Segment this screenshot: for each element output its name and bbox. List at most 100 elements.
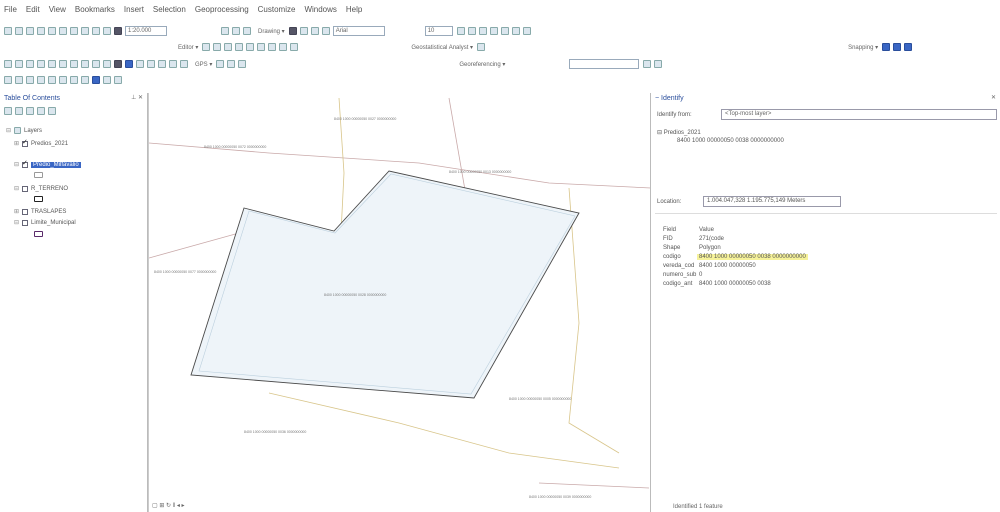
rectangle-icon[interactable] bbox=[310, 27, 319, 35]
geostat-wizard-icon[interactable] bbox=[477, 43, 486, 51]
attribute-row[interactable]: codigo 8400 1000 00000050 0038 000000000… bbox=[663, 252, 808, 261]
menu-windows[interactable]: Windows bbox=[304, 5, 336, 14]
layer-label-selected[interactable]: Predio_Milfavalio bbox=[31, 161, 81, 168]
collapse-icon[interactable]: ⊟ bbox=[14, 161, 20, 168]
gps-log-icon[interactable] bbox=[238, 60, 247, 68]
undo-icon[interactable] bbox=[92, 27, 100, 35]
zoom-in-icon[interactable] bbox=[4, 60, 12, 68]
layout-zoom-out-icon[interactable] bbox=[15, 76, 23, 84]
attribute-row[interactable]: codigo_ant 8400 1000 00000050 0038 bbox=[663, 279, 808, 288]
layer-visibility-checkbox[interactable] bbox=[22, 159, 28, 168]
straight-segment-icon[interactable] bbox=[213, 43, 222, 51]
layout-back-icon[interactable] bbox=[59, 76, 67, 84]
rotate-icon[interactable] bbox=[299, 27, 308, 35]
drawing-menu[interactable]: Drawing ▾ bbox=[258, 28, 285, 35]
menu-view[interactable]: View bbox=[49, 5, 66, 14]
toggle-draft-icon[interactable] bbox=[81, 76, 89, 84]
reshape-icon[interactable] bbox=[235, 43, 244, 51]
find-icon[interactable] bbox=[169, 60, 177, 68]
menu-customize[interactable]: Customize bbox=[258, 5, 296, 14]
toc-options-icon[interactable] bbox=[48, 107, 56, 115]
zoom-out-icon[interactable] bbox=[15, 60, 23, 68]
fixed-zoom-out-icon[interactable] bbox=[59, 60, 67, 68]
list-by-visibility-icon[interactable] bbox=[26, 107, 34, 115]
change-layout-icon[interactable] bbox=[103, 76, 111, 84]
save-icon[interactable] bbox=[26, 27, 34, 35]
text-icon[interactable] bbox=[321, 27, 330, 35]
layer-visibility-checkbox[interactable] bbox=[22, 219, 28, 226]
map-footer-controls[interactable]: ▢ ⊞ ↻ ‖ ◂ ▸ bbox=[148, 502, 650, 512]
gps-position-icon[interactable] bbox=[227, 60, 236, 68]
underline-icon[interactable] bbox=[478, 27, 487, 35]
layer-label[interactable]: Limite_Municipal bbox=[31, 220, 76, 226]
attribute-row[interactable]: vereda_cod 8400 1000 00000050 bbox=[663, 261, 808, 270]
split-icon[interactable] bbox=[257, 43, 266, 51]
layout-zoom-in-icon[interactable] bbox=[4, 76, 12, 84]
layer-label[interactable]: R_TERRENO bbox=[31, 186, 68, 192]
measure-icon[interactable] bbox=[158, 60, 166, 68]
data-driven-pages-icon[interactable] bbox=[114, 76, 122, 84]
copy-icon[interactable] bbox=[59, 27, 67, 35]
cut-polygon-icon[interactable] bbox=[246, 43, 255, 51]
add-data-icon[interactable] bbox=[114, 27, 122, 35]
snapping-menu[interactable]: Snapping ▾ bbox=[848, 44, 878, 51]
toc-window-icon[interactable] bbox=[243, 27, 251, 35]
italic-icon[interactable] bbox=[467, 27, 476, 35]
print-icon[interactable] bbox=[37, 27, 45, 35]
map-canvas[interactable]: 8400 1000 00000050 0072 0000000000 8400 … bbox=[149, 93, 651, 512]
focus-data-frame-icon[interactable] bbox=[92, 76, 100, 84]
rotate-feature-icon[interactable] bbox=[268, 43, 277, 51]
zoom-whole-page-icon[interactable] bbox=[37, 76, 45, 84]
fill-color-icon[interactable] bbox=[500, 27, 509, 35]
layer-r-terreno[interactable]: ⊟ R_TERRENO bbox=[14, 185, 68, 192]
polygon-symbol-icon[interactable] bbox=[34, 172, 43, 178]
menu-insert[interactable]: Insert bbox=[124, 5, 144, 14]
attribute-row[interactable]: numero_sub 0 bbox=[663, 270, 808, 279]
layer-predio-milfavalio[interactable]: ⊟ Predio_Milfavalio bbox=[14, 159, 81, 168]
open-icon[interactable] bbox=[15, 27, 23, 35]
paste-icon[interactable] bbox=[70, 27, 78, 35]
sketch-icon[interactable] bbox=[224, 43, 233, 51]
identify-from-select[interactable]: <Top-most layer> bbox=[721, 109, 997, 120]
zoom-100-icon[interactable] bbox=[48, 76, 56, 84]
menu-edit[interactable]: Edit bbox=[26, 5, 40, 14]
bold-icon[interactable] bbox=[456, 27, 465, 35]
collapse-icon[interactable]: ⊟ bbox=[14, 219, 20, 226]
table-icon[interactable] bbox=[232, 27, 240, 35]
cut-icon[interactable] bbox=[48, 27, 56, 35]
line-color-icon[interactable] bbox=[511, 27, 520, 35]
layer-label[interactable]: Predios_2021 bbox=[31, 141, 68, 147]
layer-visibility-checkbox[interactable] bbox=[22, 185, 28, 192]
edit-tool-icon[interactable] bbox=[202, 43, 211, 51]
select-elements-icon[interactable] bbox=[288, 27, 297, 35]
layer-label[interactable]: TRASLAPES bbox=[31, 209, 66, 215]
sketch-properties-icon[interactable] bbox=[290, 43, 299, 51]
attribute-row[interactable]: FID 271(code bbox=[663, 234, 808, 243]
georef-layer-select[interactable] bbox=[569, 59, 640, 69]
clear-selection-icon[interactable] bbox=[103, 60, 111, 68]
location-value[interactable]: 1.004.047,328 1.195.775,149 Meters bbox=[703, 196, 841, 207]
forward-extent-icon[interactable] bbox=[81, 60, 89, 68]
georeferencing-menu[interactable]: Georeferencing ▾ bbox=[459, 61, 505, 68]
menu-bookmarks[interactable]: Bookmarks bbox=[75, 5, 115, 14]
hyperlink-icon[interactable] bbox=[136, 60, 144, 68]
find-route-icon[interactable] bbox=[180, 60, 188, 68]
vertex-snapping-icon[interactable] bbox=[904, 43, 913, 51]
menu-help[interactable]: Help bbox=[346, 5, 362, 14]
collapse-icon[interactable]: ⊟ bbox=[14, 185, 20, 192]
layout-pan-icon[interactable] bbox=[26, 76, 34, 84]
font-name-select[interactable]: Arial bbox=[332, 26, 385, 36]
tree-parent-node[interactable]: ⊟ Predios_2021 bbox=[657, 129, 701, 136]
layers-root[interactable]: ⊟ Layers bbox=[6, 127, 42, 134]
menu-selection[interactable]: Selection bbox=[153, 5, 186, 14]
back-extent-icon[interactable] bbox=[70, 60, 78, 68]
expand-icon[interactable]: ⊞ bbox=[14, 140, 20, 147]
scale-select[interactable]: 1:20.000 bbox=[125, 26, 167, 36]
attribute-row[interactable]: Shape Polygon bbox=[663, 243, 808, 252]
fixed-zoom-in-icon[interactable] bbox=[48, 60, 56, 68]
close-icon[interactable]: ✕ bbox=[991, 94, 996, 101]
menu-geoprocessing[interactable]: Geoprocessing bbox=[195, 5, 249, 14]
new-document-icon[interactable] bbox=[4, 27, 12, 35]
end-snapping-icon[interactable] bbox=[893, 43, 902, 51]
font-color-icon[interactable] bbox=[489, 27, 498, 35]
